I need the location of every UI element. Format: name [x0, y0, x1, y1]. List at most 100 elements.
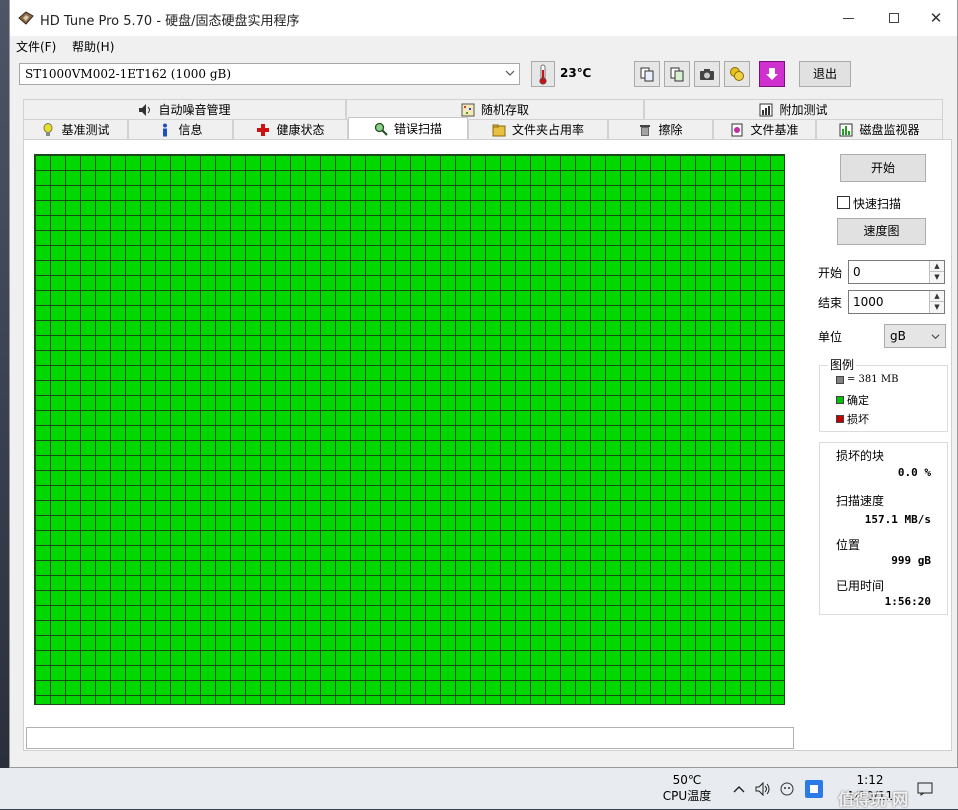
- copy-text-button[interactable]: [634, 61, 660, 87]
- screenshot-button[interactable]: [694, 61, 720, 87]
- error-scan-panel: 开始 快速扫描 速度图 开始 0 ▲ ▼ 结束 1000 ▲ ▼ 单位 gB 图…: [23, 139, 952, 751]
- maximize-button[interactable]: [871, 0, 917, 36]
- tab-label: 擦除: [658, 123, 683, 137]
- save-button[interactable]: [759, 61, 785, 87]
- tab-row-top: 自动噪音管理 随机存取 附加测试: [23, 99, 943, 119]
- drive-select[interactable]: ST1000VM002-1ET162 (1000 gB): [19, 63, 520, 85]
- cpu-temperature-label: CPU温度: [662, 789, 712, 803]
- elapsed-time-value: 1:56:20: [884, 595, 931, 608]
- damaged-blocks-value: 0.0 %: [897, 466, 931, 479]
- unit-select-value: gB: [890, 329, 906, 343]
- position-value: 999 gB: [891, 554, 931, 567]
- unit-label: 单位: [818, 330, 843, 344]
- end-position-stepper[interactable]: 1000 ▲ ▼: [848, 290, 945, 314]
- tab-health[interactable]: 健康状态: [233, 119, 348, 139]
- temperature-button[interactable]: [531, 61, 555, 87]
- tab-label: 文件夹占用率: [511, 123, 584, 137]
- benchmark-icon: [43, 122, 53, 136]
- chevron-up-icon[interactable]: [730, 780, 748, 798]
- spin-down-icon[interactable]: ▼: [929, 272, 944, 283]
- cpu-temperature-widget[interactable]: 50℃ CPU温度: [662, 772, 712, 804]
- disk-monitor-icon: [839, 123, 853, 136]
- end-position-value: 1000: [853, 295, 884, 309]
- legend-title: 图例: [828, 356, 857, 373]
- spin-up-icon[interactable]: ▲: [929, 261, 944, 272]
- baidu-input-icon[interactable]: [805, 780, 823, 798]
- extra-tests-icon: [759, 103, 773, 116]
- damaged-blocks-label: 损坏的块: [836, 449, 885, 463]
- window-title: HD Tune Pro 5.70 - 硬盘/固态硬盘实用程序: [40, 14, 300, 29]
- tab-label: 随机存取: [480, 103, 529, 117]
- maximize-icon: [889, 13, 899, 23]
- unit-select[interactable]: gB: [884, 324, 946, 348]
- toolbar: ST1000VM002-1ET162 (1000 gB) 23℃ 退出: [10, 57, 957, 93]
- tab-row-bottom: 基准测试 信息 健康状态 错误扫描 文件夹占用率 擦除 文件基准 磁盘监视器: [23, 117, 943, 139]
- quick-scan-checkbox[interactable]: [837, 196, 850, 209]
- tab-folder-usage[interactable]: 文件夹占用率: [468, 119, 608, 139]
- magnifier-icon: [374, 122, 388, 136]
- status-bar: [26, 727, 794, 749]
- temperature-value: 23℃: [560, 66, 592, 80]
- drive-select-value: ST1000VM002-1ET162 (1000 gB): [25, 67, 232, 81]
- options-button[interactable]: [724, 61, 750, 87]
- tab-info[interactable]: 信息: [128, 119, 233, 139]
- taskbar: 50℃ CPU温度 1:12 1/10/11: [0, 768, 958, 809]
- end-position-label: 结束: [818, 296, 843, 310]
- start-position-stepper[interactable]: 0 ▲ ▼: [848, 260, 945, 284]
- tab-noise-management[interactable]: 自动噪音管理: [23, 99, 346, 119]
- menu-help[interactable]: 帮助(H): [72, 38, 114, 55]
- watermark-text: 值得玩·网: [838, 790, 909, 809]
- tab-erase[interactable]: 擦除: [608, 119, 713, 139]
- green-square-icon: [836, 396, 844, 404]
- folder-icon: [492, 124, 506, 136]
- speaker-icon: [139, 103, 151, 116]
- spin-down-icon[interactable]: ▼: [929, 302, 944, 313]
- legend-block-size-text: = 381 MB: [847, 374, 899, 385]
- ime-icon[interactable]: [778, 780, 796, 798]
- tab-label: 文件基准: [750, 123, 799, 137]
- app-window: HD Tune Pro 5.70 - 硬盘/固态硬盘实用程序 ✕ 文件(F) 帮…: [9, 0, 958, 768]
- start-scan-button[interactable]: 开始: [840, 154, 926, 182]
- tab-file-benchmark[interactable]: 文件基准: [713, 119, 816, 139]
- scan-block-grid: [34, 154, 785, 705]
- legend-ok: 确定: [836, 392, 869, 408]
- tab-benchmark[interactable]: 基准测试: [23, 119, 128, 139]
- title-bar[interactable]: HD Tune Pro 5.70 - 硬盘/固态硬盘实用程序 ✕: [10, 0, 957, 36]
- copy-info-button[interactable]: [664, 61, 690, 87]
- legend-damaged: 损坏: [836, 411, 869, 427]
- trash-icon: [640, 124, 651, 136]
- tab-extra-tests[interactable]: 附加测试: [644, 99, 943, 119]
- menu-bar: 文件(F) 帮助(H): [10, 36, 957, 56]
- red-square-icon: [836, 415, 844, 423]
- tab-label: 自动噪音管理: [158, 103, 231, 117]
- coins-icon: [730, 67, 744, 81]
- elapsed-time-label: 已用时间: [836, 579, 885, 593]
- chevron-down-icon: [931, 334, 940, 340]
- close-icon: ✕: [929, 9, 943, 27]
- download-arrow-icon: [766, 68, 778, 80]
- menu-file[interactable]: 文件(F): [16, 38, 56, 55]
- close-button[interactable]: ✕: [913, 0, 958, 36]
- scan-speed-value: 157.1 MB/s: [864, 513, 931, 526]
- tab-label: 错误扫描: [393, 122, 442, 136]
- copy-icon: [640, 67, 654, 82]
- legend-damaged-text: 损坏: [847, 413, 869, 426]
- tab-disk-monitor[interactable]: 磁盘监视器: [816, 119, 943, 139]
- gray-square-icon: [836, 375, 844, 384]
- start-position-value: 0: [853, 265, 861, 279]
- minimize-button[interactable]: [825, 0, 871, 36]
- cpu-temperature-value: 50℃: [672, 773, 702, 787]
- tab-random-access[interactable]: 随机存取: [346, 99, 644, 119]
- legend-ok-text: 确定: [847, 394, 869, 407]
- tab-label: 健康状态: [276, 123, 325, 137]
- chevron-down-icon: [505, 70, 515, 76]
- tab-error-scan[interactable]: 错误扫描: [348, 117, 468, 139]
- notification-icon[interactable]: [916, 780, 934, 798]
- spin-up-icon[interactable]: ▲: [929, 291, 944, 302]
- exit-button[interactable]: 退出: [799, 61, 851, 87]
- position-label: 位置: [836, 538, 861, 552]
- minimize-icon: [842, 17, 854, 19]
- speed-map-button[interactable]: 速度图: [837, 218, 926, 245]
- camera-icon: [700, 69, 714, 80]
- volume-icon[interactable]: [754, 780, 772, 798]
